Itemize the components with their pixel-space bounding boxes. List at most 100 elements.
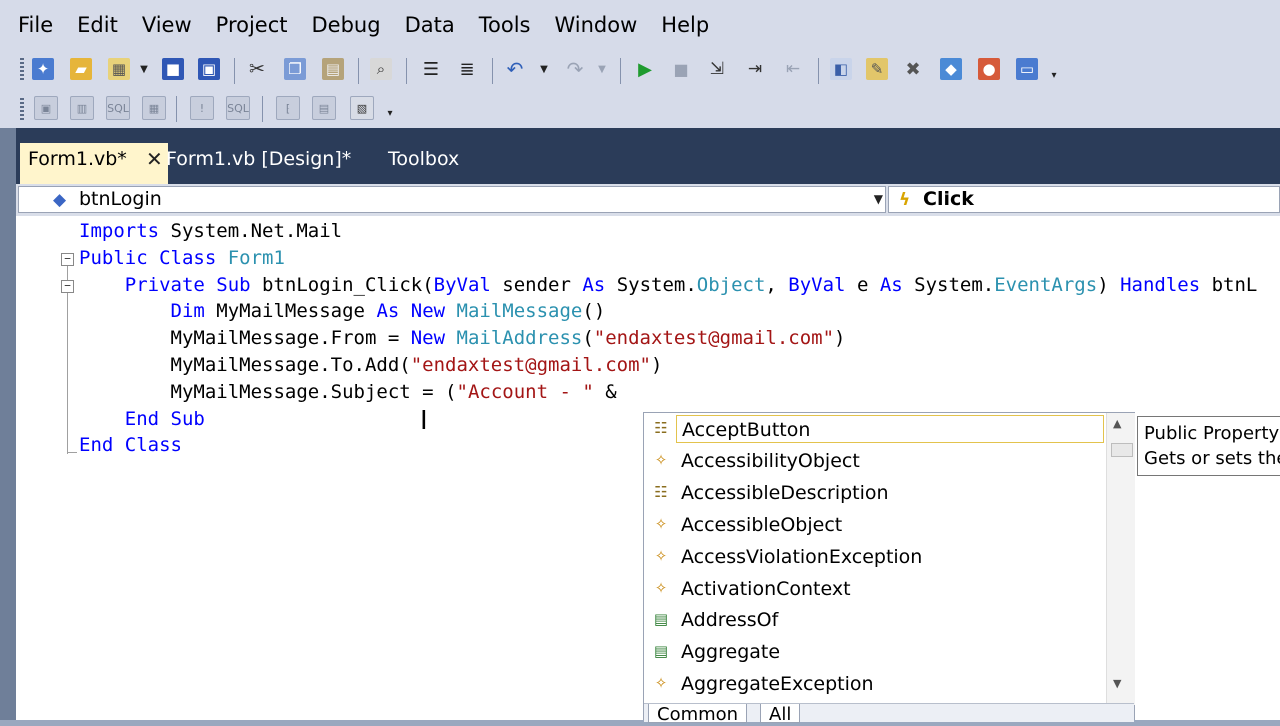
toolbar-overflow-icon[interactable]: ▾ bbox=[1048, 64, 1060, 86]
uncomment-lines-icon[interactable]: ≣ bbox=[456, 58, 478, 80]
menu-debug[interactable]: Debug bbox=[300, 0, 393, 50]
object-browser-icon[interactable]: ◆ bbox=[940, 58, 962, 80]
event-dropdown-value: Click bbox=[923, 188, 974, 210]
menu-help[interactable]: Help bbox=[649, 0, 721, 50]
code-token: ) bbox=[1097, 273, 1121, 296]
toolbar-grip[interactable] bbox=[20, 58, 24, 82]
paste-icon[interactable]: ▤ bbox=[322, 58, 344, 80]
completion-item[interactable]: ✧ AccessViolationException bbox=[644, 542, 1104, 574]
scroll-down-icon[interactable]: ▼ bbox=[1113, 677, 1121, 690]
code-line[interactable]: MyMailMessage.From = New MailAddress("en… bbox=[79, 325, 846, 352]
start-debugging-icon[interactable]: ▶ bbox=[634, 58, 656, 80]
chevron-down-icon[interactable]: ▼ bbox=[874, 187, 883, 212]
add-derived-table-icon[interactable]: ▧ bbox=[350, 96, 374, 120]
properties-icon[interactable]: ✎ bbox=[866, 58, 888, 80]
data-toolbar: ▣ ▥ SQL ▦ ! SQL ⁅ ▤ ▧ ▾ bbox=[0, 90, 1280, 128]
completion-item[interactable]: ▤ Aggregate bbox=[644, 637, 1104, 669]
completion-item[interactable]: ✧ AccessibilityObject bbox=[644, 446, 1104, 478]
completion-item[interactable]: ✧ AccessibleObject bbox=[644, 510, 1104, 542]
menu-window[interactable]: Window bbox=[542, 0, 649, 50]
code-token: MyMailMessage bbox=[216, 300, 377, 323]
completion-item[interactable]: ☷ AcceptButton bbox=[644, 414, 1104, 446]
text-cursor-icon: I bbox=[420, 406, 428, 436]
code-line[interactable]: End Class bbox=[79, 432, 182, 459]
chevron-down-icon[interactable]: ▼ bbox=[138, 58, 150, 80]
intellisense-completion-list[interactable]: ☷ AcceptButton ✧ AccessibilityObject ☷ Access… bbox=[643, 412, 1135, 725]
object-dropdown[interactable]: ◆ btnLogin ▼ bbox=[18, 186, 886, 213]
code-line[interactable]: MyMailMessage.To.Add("endaxtest@gmail.co… bbox=[79, 352, 663, 379]
cut-icon[interactable]: ✂ bbox=[246, 58, 268, 80]
completion-item[interactable]: ✧ ActivationContext bbox=[644, 574, 1104, 606]
step-into-icon[interactable]: ⇲ bbox=[706, 58, 728, 80]
toolbar-overflow-icon[interactable]: ▾ bbox=[384, 102, 396, 124]
menu-data[interactable]: Data bbox=[393, 0, 467, 50]
code-line[interactable]: MyMailMessage.Subject = ("Account - " & bbox=[79, 379, 617, 406]
tab-common[interactable]: Common bbox=[648, 704, 748, 725]
document-tab-strip: Form1.vb* ✕ Form1.vb [Design]* Toolbox bbox=[16, 128, 1280, 184]
tools-icon[interactable]: ✖ bbox=[902, 58, 924, 80]
code-line[interactable]: Imports System.Net.Mail bbox=[79, 218, 342, 245]
tab-form1-vb[interactable]: Form1.vb* ✕ bbox=[20, 143, 168, 184]
code-line[interactable]: Private Sub btnLogin_Click(ByVal sender … bbox=[79, 272, 1258, 299]
code-token: btnLogin_Click( bbox=[262, 273, 434, 296]
menu-file[interactable]: File bbox=[0, 0, 65, 50]
code-token: As bbox=[376, 300, 411, 323]
chevron-down-icon[interactable]: ▼ bbox=[538, 58, 550, 80]
tab-label: Form1.vb* bbox=[28, 148, 127, 170]
comment-lines-icon[interactable]: ☰ bbox=[420, 58, 442, 80]
toolbar-separator bbox=[358, 58, 359, 84]
code-token: & bbox=[593, 380, 617, 403]
start-page-icon[interactable]: ▭ bbox=[1016, 58, 1038, 80]
code-token: () bbox=[582, 300, 606, 323]
execute-sql-icon: ! bbox=[190, 96, 214, 120]
property-icon: ☷ bbox=[654, 419, 668, 437]
solution-explorer-icon[interactable]: ◧ bbox=[830, 58, 852, 80]
scroll-thumb[interactable] bbox=[1111, 443, 1133, 457]
code-token: e bbox=[856, 273, 880, 296]
toolbar-separator bbox=[818, 58, 819, 84]
find-icon[interactable]: ⌕ bbox=[370, 58, 392, 80]
menu-tools[interactable]: Tools bbox=[467, 0, 543, 50]
code-line[interactable]: End Sub bbox=[79, 406, 205, 433]
menu-edit[interactable]: Edit bbox=[65, 0, 130, 50]
completion-item-label: Aggregate bbox=[681, 641, 781, 664]
code-token: ) bbox=[834, 327, 846, 350]
code-token: New bbox=[410, 300, 457, 323]
save-all-icon[interactable]: ▣ bbox=[198, 58, 220, 80]
code-token: "Account - " bbox=[456, 380, 594, 403]
save-icon[interactable]: ■ bbox=[162, 58, 184, 80]
code-navigation-bar: ◆ btnLogin ▼ ϟ Click bbox=[16, 184, 1280, 216]
step-over-icon[interactable]: ⇥ bbox=[744, 58, 766, 80]
tab-form1-design[interactable]: Form1.vb [Design]* bbox=[158, 143, 359, 184]
code-line[interactable]: Dim MyMailMessage As New MailMessage() bbox=[79, 298, 606, 325]
toolbar-grip[interactable] bbox=[20, 98, 24, 122]
code-token: Handles bbox=[1120, 273, 1212, 296]
code-token: As bbox=[879, 273, 915, 296]
code-line[interactable]: Public Class Form1 bbox=[79, 245, 285, 272]
code-token: MyMailMessage.From = bbox=[79, 327, 411, 350]
control-icon: ◆ bbox=[53, 190, 67, 210]
code-token: Form1 bbox=[227, 246, 285, 269]
new-project-icon[interactable]: ✦ bbox=[32, 58, 54, 80]
lightning-icon: ϟ bbox=[899, 190, 911, 210]
property-icon: ☷ bbox=[654, 482, 668, 501]
completion-item[interactable]: ☷ AccessibleDescription bbox=[644, 478, 1104, 510]
code-token: Class bbox=[124, 434, 182, 457]
completion-item[interactable]: ▤ AddressOf bbox=[644, 605, 1104, 637]
open-folder-icon[interactable]: ▰ bbox=[70, 58, 92, 80]
event-dropdown[interactable]: ϟ Click bbox=[888, 186, 1280, 213]
tab-toolbox[interactable]: Toolbox bbox=[380, 143, 467, 184]
completion-item[interactable]: ✧ AggregateException bbox=[644, 669, 1104, 701]
copy-icon[interactable]: ❐ bbox=[284, 58, 306, 80]
menu-project[interactable]: Project bbox=[204, 0, 300, 50]
completion-scrollbar[interactable]: ▲ ▼ bbox=[1106, 413, 1135, 705]
menu-view[interactable]: View bbox=[130, 0, 204, 50]
code-token: Imports bbox=[79, 220, 171, 242]
tab-all[interactable]: All bbox=[760, 704, 801, 725]
error-list-icon[interactable]: ● bbox=[978, 58, 1000, 80]
chevron-down-icon: ▼ bbox=[598, 63, 606, 75]
scroll-up-icon[interactable]: ▲ bbox=[1113, 417, 1121, 430]
code-token: End bbox=[79, 434, 125, 457]
add-item-icon[interactable]: ▦ bbox=[108, 58, 130, 80]
undo-icon[interactable]: ↶ bbox=[504, 57, 526, 81]
